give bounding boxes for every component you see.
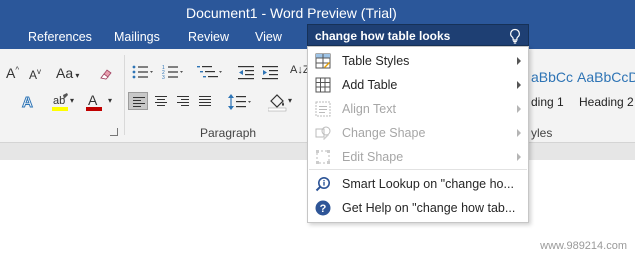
- svg-text:ab: ab: [53, 95, 65, 107]
- shading-icon[interactable]: [268, 92, 290, 112]
- submenu-arrow-icon: [517, 105, 521, 113]
- change-case-button[interactable]: Aa ▾: [56, 65, 79, 81]
- grow-font-button[interactable]: A^: [6, 65, 19, 81]
- styles-group-label: yles: [531, 126, 553, 140]
- paragraph-group-label: Paragraph: [200, 126, 257, 140]
- svg-text:?: ?: [320, 203, 327, 215]
- svg-text:3: 3: [162, 75, 165, 80]
- table-styles-icon: [315, 53, 331, 69]
- tab-view[interactable]: View: [255, 30, 282, 44]
- font-color-icon[interactable]: A: [86, 92, 104, 112]
- svg-text:A: A: [22, 94, 33, 111]
- tab-references[interactable]: References: [28, 30, 92, 44]
- lightbulb-icon: [510, 28, 520, 44]
- align-center-button[interactable]: [151, 92, 171, 110]
- submenu-arrow-icon: [517, 57, 521, 65]
- chevron-down-icon[interactable]: ▾: [108, 96, 112, 105]
- font-dialog-launcher[interactable]: [110, 128, 118, 136]
- multilevel-list-icon[interactable]: [197, 64, 223, 80]
- menu-item-align-text: Align Text: [309, 97, 527, 121]
- increase-indent-icon[interactable]: [262, 64, 280, 80]
- menu-separator: [309, 169, 527, 170]
- menu-item-get-help[interactable]: ? Get Help on "change how tab...: [309, 196, 527, 220]
- decrease-indent-icon[interactable]: [238, 64, 256, 80]
- menu-item-smart-lookup[interactable]: Smart Lookup on "change ho...: [309, 172, 527, 196]
- menu-item-label: Smart Lookup on "change ho...: [342, 177, 514, 191]
- menu-item-label: Add Table: [342, 78, 398, 92]
- align-right-button[interactable]: [173, 92, 193, 110]
- title-bar: Document1 - Word Preview (Trial): [0, 0, 635, 24]
- text-effects-icon[interactable]: A: [20, 93, 38, 112]
- menu-item-edit-shape: Edit Shape: [309, 145, 527, 169]
- align-text-icon: [315, 101, 331, 117]
- window-title: Document1 - Word Preview (Trial): [186, 5, 397, 21]
- chevron-down-icon[interactable]: ▾: [288, 96, 292, 105]
- menu-item-label: Align Text: [342, 102, 396, 116]
- menu-item-table-styles[interactable]: Table Styles: [309, 49, 527, 73]
- svg-text:A: A: [88, 92, 98, 108]
- submenu-arrow-icon: [517, 81, 521, 89]
- align-left-button[interactable]: [128, 92, 148, 110]
- menu-item-label: Change Shape: [342, 126, 426, 140]
- edit-shape-icon: [316, 150, 330, 164]
- bullets-icon[interactable]: [132, 64, 154, 80]
- watermark-text: www.989214.com: [540, 240, 627, 252]
- menu-item-label: Table Styles: [342, 54, 410, 68]
- tell-me-search[interactable]: change how table looks: [307, 24, 529, 46]
- justify-button[interactable]: [195, 92, 215, 110]
- group-separator: [124, 55, 125, 135]
- smart-lookup-icon: [315, 177, 330, 192]
- style-name-heading1[interactable]: ding 1: [531, 95, 564, 109]
- change-shape-icon: [315, 126, 331, 140]
- menu-item-label: Edit Shape: [342, 150, 404, 164]
- numbering-icon[interactable]: 1 2 3: [162, 64, 184, 80]
- tell-me-results-menu: Table Styles Add Table Align Text Change…: [307, 46, 529, 223]
- table-grid-icon: [315, 77, 331, 93]
- tab-mailings[interactable]: Mailings: [114, 30, 160, 44]
- submenu-arrow-icon: [517, 153, 521, 161]
- style-name-heading2[interactable]: Heading 2: [579, 95, 634, 109]
- chevron-down-icon[interactable]: ▾: [70, 96, 74, 105]
- style-preview-heading1[interactable]: aBbCc: [531, 69, 573, 85]
- menu-item-change-shape: Change Shape: [309, 121, 527, 145]
- clear-formatting-icon[interactable]: [98, 66, 114, 82]
- submenu-arrow-icon: [517, 129, 521, 137]
- menu-item-add-table[interactable]: Add Table: [309, 73, 527, 97]
- shrink-font-button[interactable]: Av: [29, 67, 41, 82]
- highlight-icon[interactable]: ab: [52, 92, 70, 112]
- style-preview-heading2[interactable]: AaBbCcD: [577, 69, 635, 85]
- menu-item-label: Get Help on "change how tab...: [342, 201, 516, 215]
- tab-review[interactable]: Review: [188, 30, 229, 44]
- tell-me-query[interactable]: change how table looks: [315, 29, 450, 43]
- line-spacing-icon[interactable]: [228, 93, 252, 111]
- help-icon: ?: [315, 200, 331, 216]
